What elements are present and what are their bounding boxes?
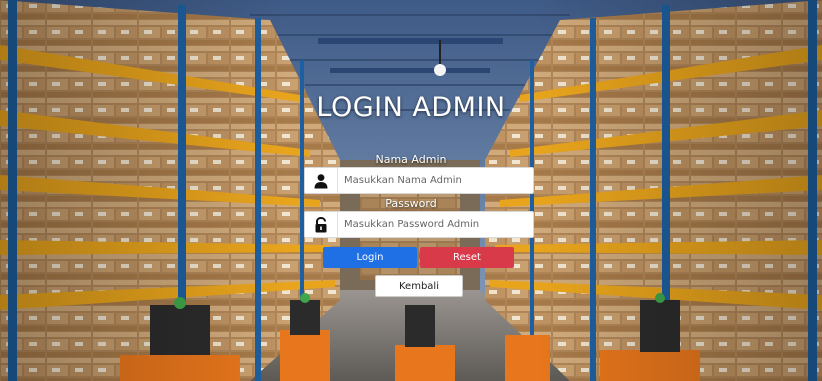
user-icon <box>305 168 338 193</box>
password-label: Password <box>385 197 437 210</box>
username-label: Nama Admin <box>375 153 447 166</box>
lock-icon <box>305 212 338 237</box>
username-field-group <box>304 167 534 194</box>
username-input[interactable] <box>338 168 533 193</box>
password-input[interactable] <box>338 212 533 237</box>
page-title: LOGIN ADMIN <box>316 92 506 123</box>
login-button[interactable]: Login <box>323 247 417 268</box>
password-field-group <box>304 211 534 238</box>
back-button[interactable]: Kembali <box>375 275 463 297</box>
reset-button[interactable]: Reset <box>420 247 514 268</box>
